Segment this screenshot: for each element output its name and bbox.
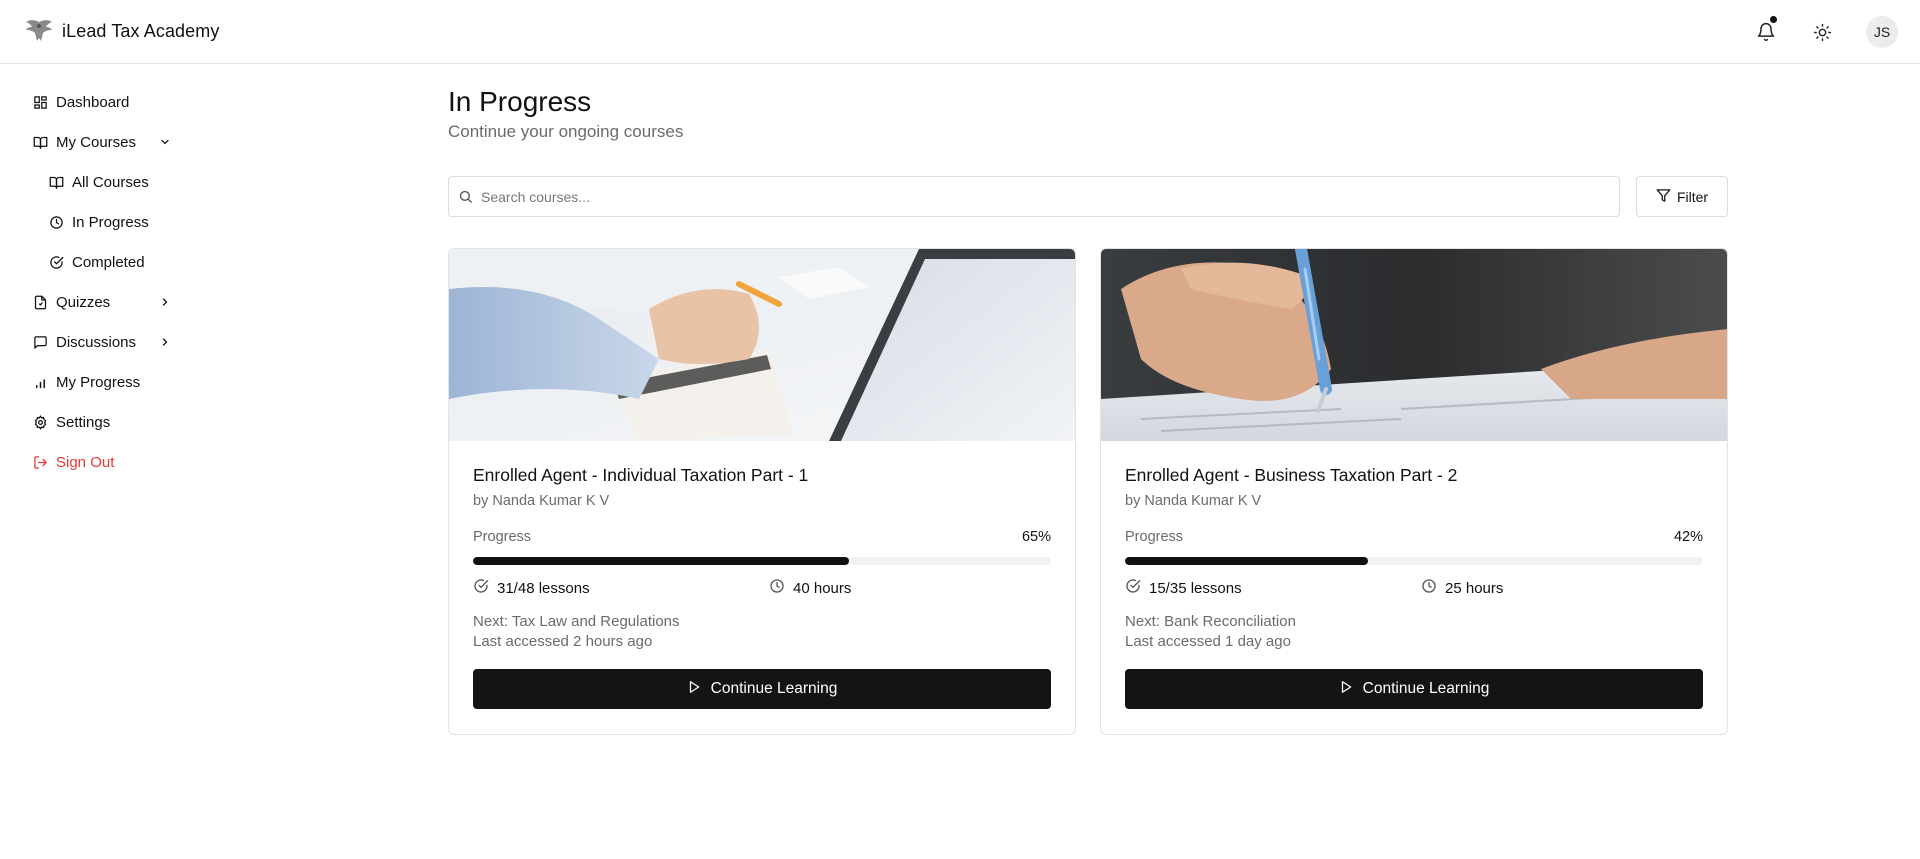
filter-button[interactable]: Filter — [1636, 176, 1728, 217]
top-header: iLead Tax Academy JS — [0, 0, 1920, 64]
header-actions: JS — [1750, 16, 1898, 48]
sidebar-item-label: My Courses — [56, 133, 137, 151]
progress-bar-fill — [473, 557, 849, 565]
sidebar-item-label: Discussions — [56, 333, 137, 351]
course-card[interactable]: Enrolled Agent - Individual Taxation Par… — [448, 248, 1076, 735]
user-avatar[interactable]: JS — [1866, 16, 1898, 48]
sidebar-item-dashboard[interactable]: Dashboard — [0, 82, 240, 122]
course-cards: Enrolled Agent - Individual Taxation Par… — [448, 248, 1728, 735]
continue-learning-button[interactable]: Continue Learning — [473, 669, 1051, 709]
brand[interactable]: iLead Tax Academy — [24, 16, 219, 46]
sidebar-item-label: Settings — [56, 413, 111, 431]
last-accessed: Last accessed 2 hours ago — [473, 633, 653, 650]
theme-toggle-button[interactable] — [1806, 16, 1838, 48]
sidebar-item-discussions[interactable]: Discussions — [0, 322, 240, 362]
message-square-icon — [32, 334, 48, 350]
lessons-count: 31/48 lessons — [497, 579, 590, 597]
sidebar-item-label: Quizzes — [56, 293, 111, 311]
sidebar-item-quizzes[interactable]: Quizzes — [0, 282, 240, 322]
course-title[interactable]: Enrolled Agent - Business Taxation Part … — [1125, 465, 1457, 486]
play-icon — [1339, 680, 1353, 699]
progress-percent: 65% — [1021, 529, 1051, 545]
lessons-stat: 31/48 lessons — [473, 578, 590, 598]
gear-icon — [32, 414, 48, 430]
continue-learning-label: Continue Learning — [710, 680, 838, 697]
brand-name: iLead Tax Academy — [62, 20, 220, 41]
file-icon — [32, 294, 48, 310]
sidebar-item-my-progress[interactable]: My Progress — [0, 362, 240, 402]
sidebar-item-my-courses[interactable]: My Courses — [0, 122, 240, 162]
check-circle-icon — [48, 254, 64, 270]
play-icon — [687, 680, 701, 699]
continue-learning-button[interactable]: Continue Learning — [1125, 669, 1703, 709]
eagle-logo-icon — [24, 16, 54, 46]
bar-chart-icon — [32, 374, 48, 390]
progress-label: Progress — [1125, 529, 1184, 545]
chevron-right-icon — [158, 335, 172, 349]
sidebar-item-label: Dashboard — [56, 93, 130, 111]
filter-icon — [1656, 188, 1671, 206]
page-title: In Progress — [448, 86, 592, 117]
book-open-icon — [48, 174, 64, 190]
sidebar-item-sign-out[interactable]: Sign Out — [0, 442, 240, 482]
sidebar-item-label: Sign Out — [56, 453, 115, 471]
course-author: by Nanda Kumar K V — [473, 493, 610, 509]
sidebar-item-all-courses[interactable]: All Courses — [0, 162, 240, 202]
page-subtitle: Continue your ongoing courses — [448, 122, 684, 141]
progress-label: Progress — [473, 529, 532, 545]
hours-count: 25 hours — [1445, 579, 1504, 597]
notifications-button[interactable] — [1750, 16, 1782, 48]
lessons-stat: 15/35 lessons — [1125, 578, 1242, 598]
chevron-right-icon — [158, 295, 172, 309]
course-thumbnail — [1101, 249, 1727, 441]
log-out-icon — [32, 454, 48, 470]
sidebar-item-settings[interactable]: Settings — [0, 402, 240, 442]
progress-bar — [473, 557, 1051, 565]
course-author: by Nanda Kumar K V — [1125, 493, 1262, 509]
dashboard-icon — [32, 94, 48, 110]
continue-learning-label: Continue Learning — [1362, 680, 1490, 697]
progress-bar — [1125, 557, 1703, 565]
next-lesson: Next: Tax Law and Regulations — [473, 613, 680, 630]
progress-percent: 42% — [1673, 529, 1703, 545]
course-title[interactable]: Enrolled Agent - Individual Taxation Par… — [473, 465, 808, 486]
search-box[interactable] — [448, 176, 1620, 217]
sun-icon — [1813, 23, 1831, 41]
clock-icon — [48, 214, 64, 230]
course-thumbnail — [449, 249, 1075, 441]
hours-count: 40 hours — [793, 579, 852, 597]
check-circle-icon — [473, 578, 489, 598]
sidebar: Dashboard My Courses All Courses In Prog… — [0, 64, 240, 859]
filter-label: Filter — [1676, 188, 1709, 205]
search-input[interactable] — [481, 188, 1619, 205]
search-icon — [458, 189, 473, 209]
sidebar-item-label: In Progress — [72, 213, 149, 231]
sidebar-item-label: Completed — [72, 253, 145, 271]
chevron-down-icon — [158, 135, 172, 149]
notification-dot — [1770, 16, 1777, 23]
sidebar-item-label: All Courses — [72, 173, 149, 191]
clock-icon — [769, 578, 785, 598]
bell-icon — [1757, 22, 1775, 42]
sidebar-item-label: My Progress — [56, 373, 141, 391]
book-open-icon — [32, 134, 48, 150]
hours-stat: 25 hours — [1421, 578, 1503, 598]
clock-icon — [1421, 578, 1437, 598]
next-lesson: Next: Bank Reconciliation — [1125, 613, 1296, 630]
sidebar-item-in-progress[interactable]: In Progress — [0, 202, 240, 242]
last-accessed: Last accessed 1 day ago — [1125, 633, 1291, 650]
check-circle-icon — [1125, 578, 1141, 598]
progress-bar-fill — [1125, 557, 1368, 565]
course-card[interactable]: Enrolled Agent - Business Taxation Part … — [1100, 248, 1728, 735]
hours-stat: 40 hours — [769, 578, 851, 598]
sidebar-item-completed[interactable]: Completed — [0, 242, 240, 282]
lessons-count: 15/35 lessons — [1149, 579, 1242, 597]
